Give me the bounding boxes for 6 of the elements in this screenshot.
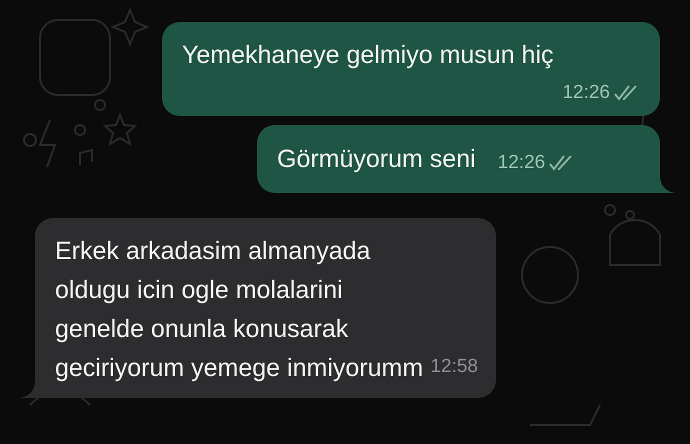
message-time: 12:26 [562, 81, 610, 105]
message-time: 12:26 [498, 151, 546, 175]
message-text: Görmüyorum seni [277, 144, 476, 175]
message-text: Yemekhaneye gelmiyo musun hiç [182, 41, 554, 69]
message-time: 12:58 [430, 355, 478, 379]
message-text: Erkek arkadasim almanyada oldugu icin ogle molalarini genelde onunla konusarak geciriyorum yemege inmiyorumm [55, 236, 424, 384]
